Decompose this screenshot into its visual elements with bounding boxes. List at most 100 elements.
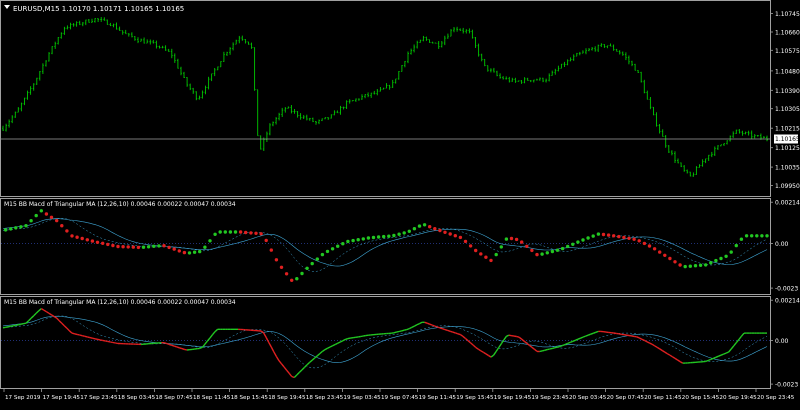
macd-segment [289,373,292,376]
price-label: 1.10745 [775,11,800,18]
macd-segment [736,340,739,343]
macd-dot [495,253,498,256]
macd-segment [361,336,364,337]
macd-dot [684,265,687,268]
macd-segment [680,362,683,364]
macd-dot [535,253,538,256]
mt4-chart-window[interactable]: EURUSD,M15 1.10170 1.10171 1.10165 1.101… [0,0,800,406]
macd-dot [239,230,242,233]
macd-dot [116,245,119,248]
macd-segment [167,344,170,345]
macd-segment [506,335,509,336]
indicator1-panel-frame [1,199,771,295]
macd-segment [437,327,440,328]
price-label: 1.10035 [775,165,800,172]
macd-dot [515,238,518,241]
macd-segment [555,347,558,348]
macd-segment [305,365,308,368]
macd-segment [460,335,463,337]
macd-dot [500,245,503,248]
macd-segment [312,358,315,360]
macd-dot [489,259,492,262]
macd-dot [316,257,319,260]
macd-segment [430,324,433,325]
macd-segment [307,362,310,364]
macd-segment [284,367,287,370]
macd-segment [466,339,469,341]
macd-segment [105,341,108,342]
indicator2-label: M15 BB Macd of Triangular MA (12,26,10) … [4,299,236,306]
macd-dot [305,267,308,270]
macd-dot [178,249,181,252]
macd-segment [205,341,208,344]
triangle-down-icon[interactable] [4,5,10,9]
price-label: 1.10575 [775,48,800,55]
macd-segment [29,318,32,321]
macd-segment [650,343,653,344]
macd-dot [704,263,707,266]
macd-segment [49,313,52,315]
macd-dot [65,229,68,232]
macd-segment [496,348,499,352]
main-panel-frame [1,1,771,197]
chart-canvas[interactable]: EURUSD,M15 1.10170 1.10171 1.10165 1.101… [0,0,800,406]
macd-dot [438,229,441,232]
macd-dot [724,255,727,258]
macd-dot [234,230,237,233]
macd-dot [121,245,124,248]
macd-segment [414,325,417,326]
macd-dot [617,235,620,238]
macd-dot [449,232,452,235]
macd-segment [471,343,474,345]
macd-dot [709,261,712,264]
price-label: 1.10215 [775,126,800,133]
macd-segment [113,343,116,344]
macd-segment [317,354,320,356]
macd-dot [24,224,27,227]
macd-segment [348,338,351,339]
scale-label: 0.00214 [775,200,800,207]
macd-segment [678,360,681,362]
macd-dot [459,236,462,239]
macd-dot [224,230,227,233]
macd-segment [435,326,438,327]
macd-dot [183,251,186,254]
macd-segment [184,349,187,350]
macd-dot [203,246,206,249]
macd-dot [397,233,400,236]
macd-segment [100,340,103,341]
macd-segment [529,345,532,347]
macd-dot [351,239,354,242]
macd-dot [106,243,109,246]
macd-segment [404,330,407,331]
scale-label: -0.0023 [775,286,798,293]
time-label: 18 Sep 07:45 [155,395,193,401]
macd-segment [552,348,555,349]
macd-dot [546,251,549,254]
macd-dot [254,232,257,235]
macd-segment [6,327,9,328]
macd-dot [418,224,421,227]
macd-segment [667,354,670,356]
indicator1-scale: 0.002140.00-0.0023 [770,200,800,293]
macd-segment [420,322,423,323]
macd-segment [397,332,400,333]
macd-dot [510,237,513,240]
time-label: 20 Sep 07:45 [607,395,645,401]
macd-segment [343,339,346,340]
macd-dot [602,233,605,236]
macd-segment [588,334,591,335]
macd-segment [741,333,744,336]
macd-segment [39,309,42,311]
macd-segment [299,370,302,373]
time-label: 20 Sep 19:45 [719,395,757,401]
macd-dot [14,226,17,229]
macd-dot [765,234,768,237]
time-label: 17 Sep 19:45 [43,395,81,401]
macd-dot [336,245,339,248]
macd-dot [101,242,104,245]
macd-segment [522,339,525,341]
macd-dot [285,272,288,275]
time-label: 18 Sep 03:45 [118,395,156,401]
macd-segment [448,330,451,331]
